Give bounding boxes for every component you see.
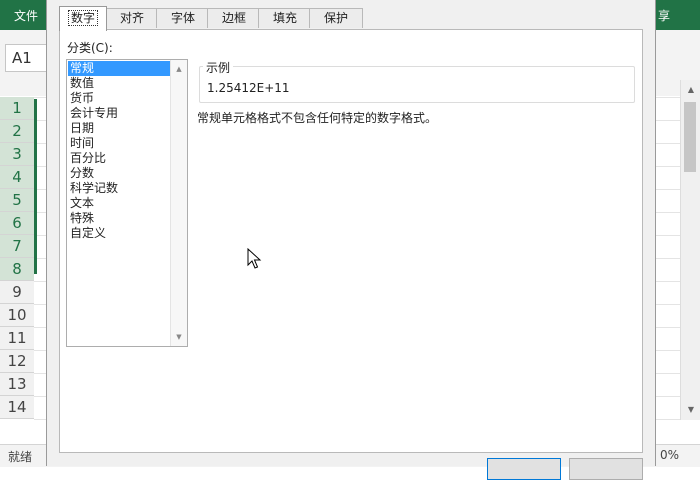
category-list-item[interactable]: 数值: [68, 76, 170, 91]
row-header[interactable]: 11: [0, 327, 34, 350]
file-tab[interactable]: 文件: [14, 7, 38, 24]
category-list-scrollbar[interactable]: ▲ ▼: [170, 60, 187, 346]
row-header[interactable]: 3: [0, 143, 34, 166]
row-header[interactable]: 1: [0, 97, 34, 120]
category-list-item[interactable]: 会计专用: [68, 106, 170, 121]
category-list-item[interactable]: 文本: [68, 196, 170, 211]
row-header[interactable]: 8: [0, 258, 34, 281]
row-header[interactable]: 9: [0, 281, 34, 304]
tab-1[interactable]: 对齐: [105, 8, 159, 28]
category-list-item[interactable]: 科学记数: [68, 181, 170, 196]
category-list-item[interactable]: 自定义: [68, 226, 170, 241]
row-header[interactable]: 4: [0, 166, 34, 189]
ok-button[interactable]: [487, 458, 561, 480]
row-header[interactable]: 10: [0, 304, 34, 327]
format-description: 常规单元格格式不包含任何特定的数字格式。: [197, 111, 438, 125]
category-list-item[interactable]: 时间: [68, 136, 170, 151]
tab-label: 对齐: [119, 11, 144, 25]
tab-label: 数字: [67, 10, 99, 26]
category-list-item[interactable]: 常规: [68, 61, 170, 76]
category-list-item[interactable]: 分数: [68, 166, 170, 181]
row-header[interactable]: 2: [0, 120, 34, 143]
cancel-button[interactable]: [569, 458, 643, 480]
name-box[interactable]: A1: [5, 44, 47, 72]
category-label: 分类(C):: [67, 41, 113, 55]
share-button[interactable]: 享: [658, 7, 670, 24]
tab-label: 字体: [170, 11, 195, 25]
tab-2[interactable]: 字体: [156, 8, 210, 28]
tab-label: 保护: [323, 11, 348, 25]
zoom-level[interactable]: 0%: [660, 448, 679, 462]
scroll-down-arrow-icon[interactable]: ▼: [171, 330, 187, 344]
scroll-down-arrow-icon[interactable]: ▼: [685, 404, 697, 416]
format-cells-dialog: 数字 对齐 字体 边框 填充 保护 分类(C): 常规 数值 货币 会计专用 日期 时间 百分比 分数科…: [46, 0, 656, 480]
scroll-up-arrow-icon[interactable]: ▲: [171, 62, 187, 76]
vertical-scrollbar[interactable]: ▲ ▼: [680, 80, 700, 420]
tab-label: 填充: [272, 11, 297, 25]
number-tab-panel: 分类(C): 常规 数值 货币 会计专用 日期 时间 百分比 分数 科学记数 文本 特殊 自定义 ▲ …: [59, 29, 643, 453]
mouse-cursor-icon: [247, 248, 262, 269]
tab-3[interactable]: 边框: [207, 8, 261, 28]
tab-label: 边框: [221, 11, 246, 25]
row-header[interactable]: 14: [0, 396, 34, 419]
row-header[interactable]: 7: [0, 235, 34, 258]
tab-0[interactable]: 数字: [59, 6, 107, 31]
tab-5[interactable]: 保护: [309, 8, 363, 28]
sample-label: 示例: [203, 59, 234, 76]
scroll-up-arrow-icon[interactable]: ▲: [685, 84, 697, 96]
sample-value: 1.25412E+11: [207, 81, 290, 95]
row-headers: 1 2 3 4 5 6 7 8 9 10 11 12 13 14: [0, 97, 34, 419]
category-list-item[interactable]: 日期: [68, 121, 170, 136]
category-list-item[interactable]: 百分比: [68, 151, 170, 166]
row-header[interactable]: 12: [0, 350, 34, 373]
row-header[interactable]: 6: [0, 212, 34, 235]
category-list: 常规 数值 货币 会计专用 日期 时间 百分比 分数 科学记数 文本 特殊 自定义: [68, 61, 170, 241]
category-list-item[interactable]: 货币: [68, 91, 170, 106]
status-ready-text: 就绪: [8, 450, 33, 464]
tab-4[interactable]: 填充: [258, 8, 312, 28]
category-listbox[interactable]: 常规 数值 货币 会计专用 日期 时间 百分比 分数 科学记数 文本 特殊 自定义 ▲ ▼: [66, 59, 188, 347]
row-header[interactable]: 5: [0, 189, 34, 212]
row-header[interactable]: 13: [0, 373, 34, 396]
category-list-item[interactable]: 特殊: [68, 211, 170, 226]
scrollbar-thumb[interactable]: [684, 102, 696, 172]
selection-border: [34, 99, 37, 274]
